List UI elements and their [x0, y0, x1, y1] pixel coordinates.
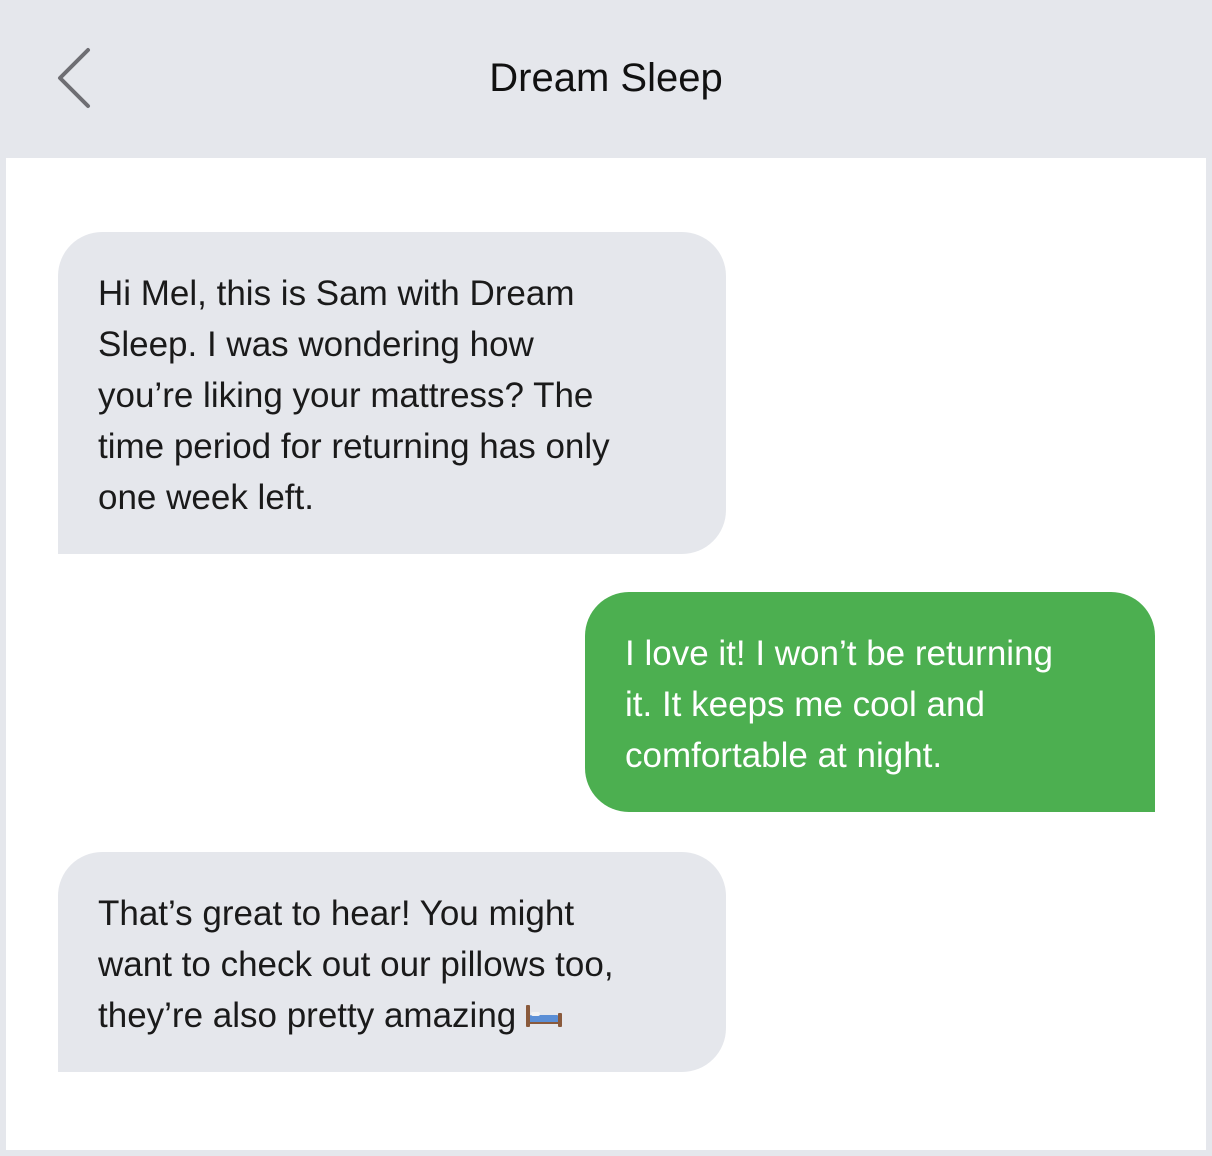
bed-icon — [524, 992, 564, 1043]
incoming-message-bubble[interactable]: Hi Mel, this is Sam with Dream Sleep. I … — [58, 232, 726, 554]
incoming-message-bubble[interactable]: That’s great to hear! You might want to … — [58, 852, 726, 1072]
conversation-title: Dream Sleep — [489, 56, 723, 100]
message-text: Hi Mel, this is Sam with Dream Sleep. I … — [98, 274, 610, 517]
message-text: I love it! I won’t be returning it. It k… — [625, 634, 1053, 775]
message-thread[interactable]: Hi Mel, this is Sam with Dream Sleep. I … — [6, 158, 1206, 1150]
outgoing-message-bubble[interactable]: I love it! I won’t be returning it. It k… — [585, 592, 1155, 812]
header-bar: Dream Sleep — [0, 0, 1212, 158]
message-content: That’s great to hear! You might want to … — [98, 888, 686, 1043]
